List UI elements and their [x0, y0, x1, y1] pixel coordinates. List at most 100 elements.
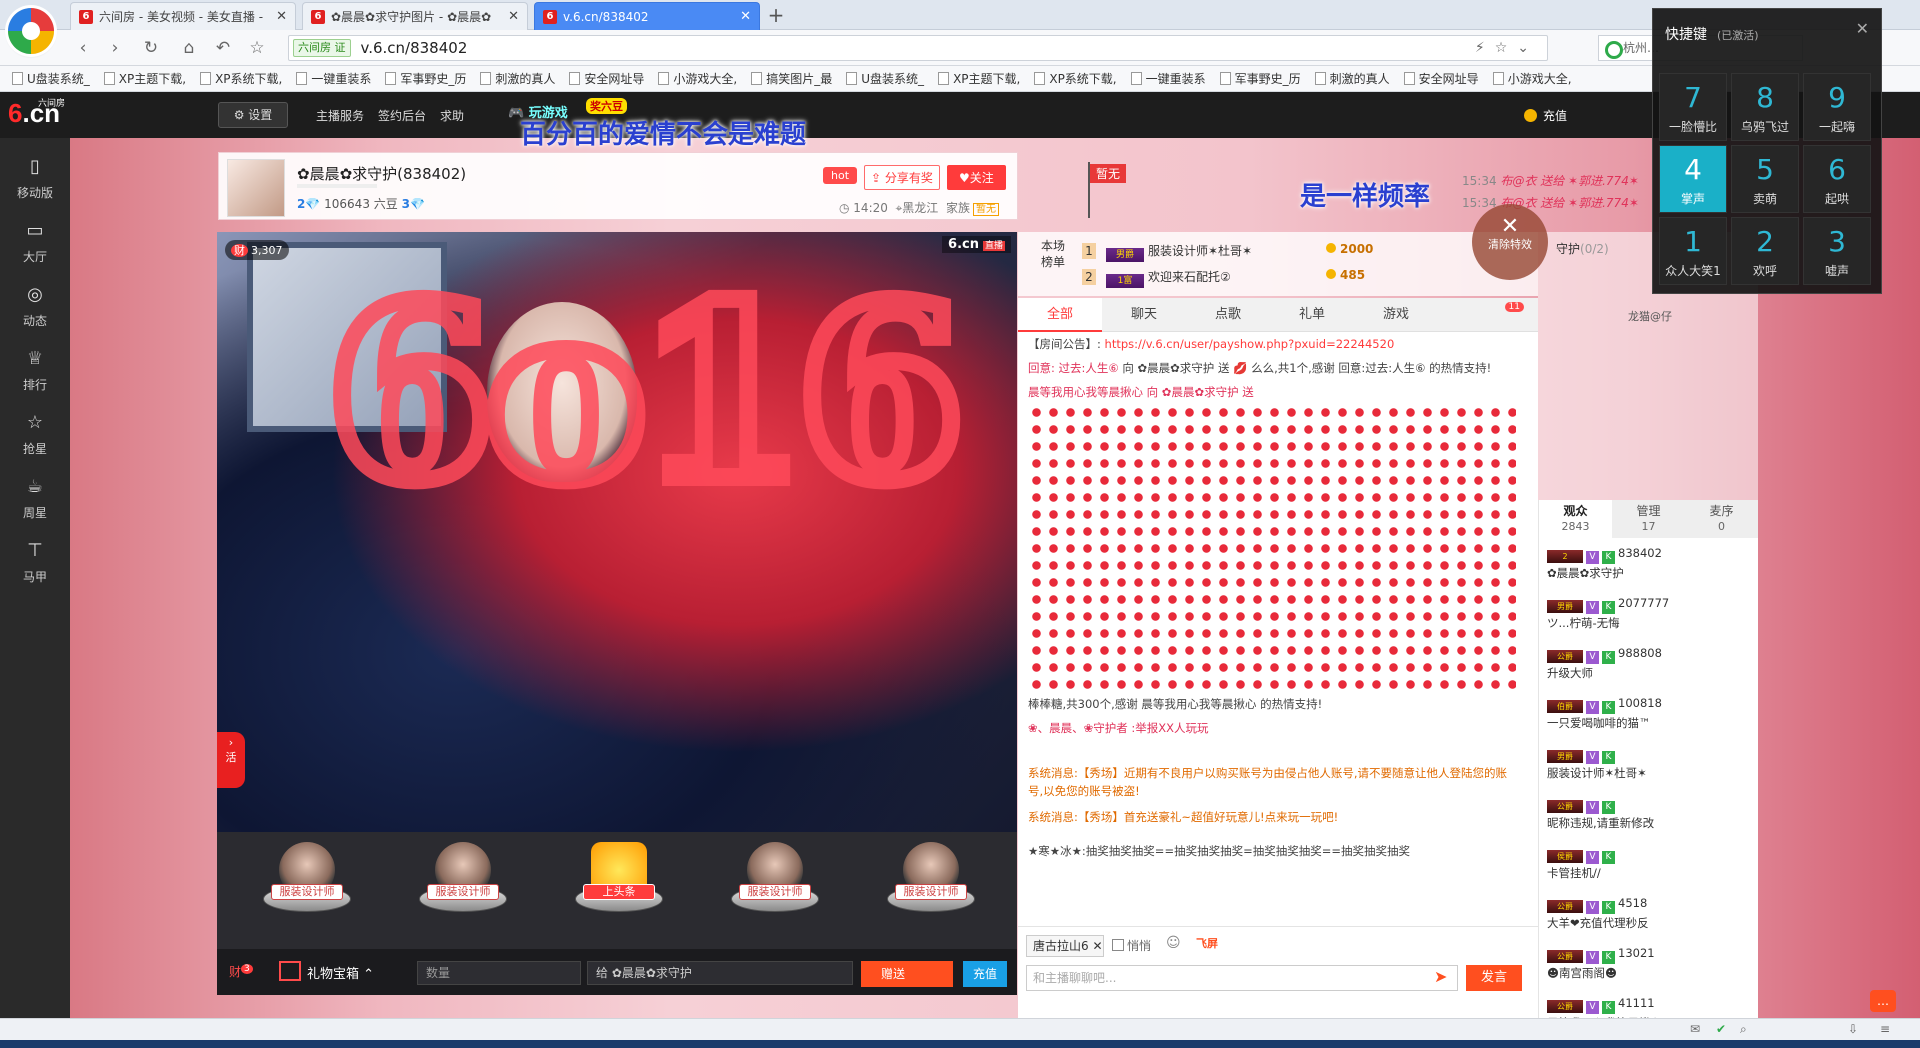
sidebar-item[interactable]: ⊤ 马甲: [0, 532, 70, 596]
settings-button[interactable]: ⚙ 设置: [218, 102, 288, 128]
bookmark-item[interactable]: 刺激的真人: [476, 70, 565, 87]
host-avatar[interactable]: [227, 159, 285, 217]
audience-user[interactable]: 公爵 V K 昵称违规,请重新修改: [1539, 788, 1758, 838]
rank-title[interactable]: 本场榜单: [1036, 238, 1070, 270]
bookmark-item[interactable]: U盘装系统_: [842, 70, 934, 87]
sidebar-item[interactable]: ☕ 周星: [0, 468, 70, 532]
chat-bubble-icon[interactable]: …: [1870, 990, 1896, 1012]
close-icon[interactable]: ✕: [740, 9, 751, 24]
bookmark-item[interactable]: 小游戏大全,: [1489, 70, 1582, 87]
bookmark-item[interactable]: 一键重装系: [1127, 70, 1216, 87]
hotkey-4[interactable]: 4 掌声: [1659, 145, 1727, 213]
bookmark-item[interactable]: 刺激的真人: [1311, 70, 1400, 87]
guard-member[interactable]: 龙猫@仔: [1628, 308, 1672, 324]
reload-icon[interactable]: ↻: [140, 37, 162, 59]
bookmark-item[interactable]: XP系统下载,: [196, 70, 292, 87]
tab-viewers[interactable]: 观众 2843: [1539, 500, 1612, 538]
sidebar-item[interactable]: ▭ 大厅: [0, 212, 70, 276]
gift-seat[interactable]: 服装设计师: [257, 842, 357, 922]
gift-seat[interactable]: 服装设计师: [725, 842, 825, 922]
home-icon[interactable]: ⌂: [178, 37, 200, 59]
mail-icon[interactable]: ✉: [1690, 1022, 1700, 1036]
tab-chat[interactable]: 聊天: [1102, 298, 1186, 332]
bookmark-item[interactable]: 搞笑图片_最: [747, 70, 842, 87]
close-icon[interactable]: ✕: [276, 9, 287, 24]
tab-admins[interactable]: 管理 17: [1612, 500, 1685, 538]
gift-seat[interactable]: 服装设计师: [413, 842, 513, 922]
follow-button[interactable]: ♥关注: [947, 165, 1006, 190]
send-gift-button[interactable]: 赠送: [861, 961, 953, 987]
rank-row[interactable]: 1 男爵 服装设计师✶杜哥✶ 2000: [1082, 242, 1373, 266]
bookmark-item[interactable]: 安全网址导: [1400, 70, 1489, 87]
notice-link[interactable]: https://v.6.cn/user/payshow.php?pxuid=22…: [1105, 337, 1395, 351]
audience-user[interactable]: 2 V K 838402 ✿晨晨✿求守护: [1539, 538, 1758, 588]
rank-row[interactable]: 2 1富 欢迎来石配托② 485: [1082, 268, 1365, 292]
gift-recipient-select[interactable]: 给 ✿晨晨✿求守护: [587, 961, 853, 985]
headline-flag[interactable]: 暂无: [1090, 164, 1127, 183]
share-button[interactable]: ⇪ 分享有奖: [864, 165, 940, 190]
menu-icon[interactable]: ≡: [1880, 1022, 1890, 1036]
bookmark-item[interactable]: 军事野史_历: [381, 70, 476, 87]
nav-link-host-service[interactable]: 主播服务: [316, 107, 364, 124]
url-action-icons[interactable]: ⚡☆⌄: [1475, 40, 1539, 56]
send-plane-icon[interactable]: ➤: [1434, 967, 1447, 986]
fly-screen-button[interactable]: 飞屏: [1196, 935, 1218, 951]
forward-arrow-icon[interactable]: ›: [104, 37, 126, 59]
bookmark-item[interactable]: 安全网址导: [565, 70, 654, 87]
new-tab-plus-icon[interactable]: +: [763, 3, 789, 29]
tab-game[interactable]: 游戏: [1354, 298, 1438, 332]
chat-recipient-select[interactable]: 唐古拉山6 ✕: [1026, 935, 1104, 957]
hotkey-2[interactable]: 2 欢呼: [1731, 217, 1799, 285]
audience-user[interactable]: 侯爵 V K 卡管挂机//: [1539, 838, 1758, 888]
browser-tab-1[interactable]: 6 六间房 - 美女视频 - 美女直播 - ✕: [70, 2, 296, 30]
close-icon[interactable]: ✕: [1856, 19, 1869, 38]
sidebar-item[interactable]: ☆ 抢星: [0, 404, 70, 468]
gift-seat[interactable]: 上头条: [569, 842, 669, 922]
download-icon[interactable]: ⇩: [1848, 1022, 1858, 1036]
hotkey-3[interactable]: 3 嘘声: [1803, 217, 1871, 285]
browser-tab-2[interactable]: 6 ✿晨晨✿求守护图片 - ✿晨晨✿ ✕: [302, 2, 528, 30]
chat-send-button[interactable]: 发言: [1466, 965, 1522, 991]
clear-effects-button[interactable]: ✕ 清除特效: [1472, 204, 1548, 280]
hotkey-7[interactable]: 7 一脸懵比: [1659, 73, 1727, 141]
bookmark-item[interactable]: XP系统下载,: [1030, 70, 1126, 87]
zoom-icon[interactable]: ⌕: [1740, 1022, 1747, 1037]
bookmark-item[interactable]: XP主题下载,: [100, 70, 196, 87]
audience-user[interactable]: 公爵 V K 988808 升级大师: [1539, 638, 1758, 688]
tab-gift-list[interactable]: 礼单: [1270, 298, 1354, 332]
audience-user[interactable]: 伯爵 V K 100818 一只爱喝咖啡的猫™: [1539, 688, 1758, 738]
audience-user[interactable]: 公爵 V K 13021 ☻南宫雨阁☻: [1539, 938, 1758, 988]
tab-mic-queue[interactable]: 麦序 0: [1685, 500, 1758, 538]
gift-box-button[interactable]: 礼物宝箱 ⌃: [279, 961, 374, 982]
chat-input[interactable]: 和主播聊聊吧...: [1026, 965, 1458, 991]
wealth-button[interactable]: 财3: [229, 963, 253, 980]
recharge-button[interactable]: 充值: [963, 961, 1007, 987]
favorite-star-icon[interactable]: ☆: [246, 37, 268, 59]
sidebar-item[interactable]: ♕ 排行: [0, 340, 70, 404]
hotkey-9[interactable]: 9 一起嗨: [1803, 73, 1871, 141]
car-badge[interactable]: 11: [1504, 302, 1524, 312]
bookmark-item[interactable]: U盘装系统_: [8, 70, 100, 87]
hotkey-1[interactable]: 1 众人大笑1: [1659, 217, 1727, 285]
hotkey-8[interactable]: 8 乌鸦飞过: [1731, 73, 1799, 141]
bookmark-item[interactable]: 小游戏大全,: [654, 70, 747, 87]
undo-icon[interactable]: ↶: [212, 37, 234, 59]
close-icon[interactable]: ✕: [508, 9, 519, 24]
gift-seat[interactable]: 服装设计师: [881, 842, 981, 922]
live-video-player[interactable]: 6o16 财 3,307 6.cn 直播 › 活: [217, 232, 1017, 832]
browser-tab-3[interactable]: 6 v.6.cn/838402 ✕: [534, 2, 760, 30]
hotkey-5[interactable]: 5 卖萌: [1731, 145, 1799, 213]
bookmark-item[interactable]: 军事野史_历: [1216, 70, 1311, 87]
security-check-icon[interactable]: ✔: [1716, 1022, 1726, 1036]
bookmark-item[interactable]: 一键重装系: [292, 70, 381, 87]
activity-side-tab[interactable]: › 活: [217, 732, 245, 788]
audience-user[interactable]: 男爵 V K 服装设计师✶杜哥✶: [1539, 738, 1758, 788]
tab-all[interactable]: 全部: [1018, 298, 1102, 332]
gift-quantity-input[interactable]: 数量: [417, 961, 581, 985]
url-input[interactable]: 六间房 证 v.6.cn/838402 ⚡☆⌄: [288, 35, 1548, 61]
hotkey-6[interactable]: 6 起哄: [1803, 145, 1871, 213]
sidebar-item[interactable]: ▯ 移动版: [0, 148, 70, 212]
recharge-link[interactable]: 充值: [1524, 107, 1567, 124]
emoji-icon[interactable]: ☺: [1166, 935, 1181, 951]
site-logo[interactable]: 六间房 6.cn: [8, 98, 65, 129]
